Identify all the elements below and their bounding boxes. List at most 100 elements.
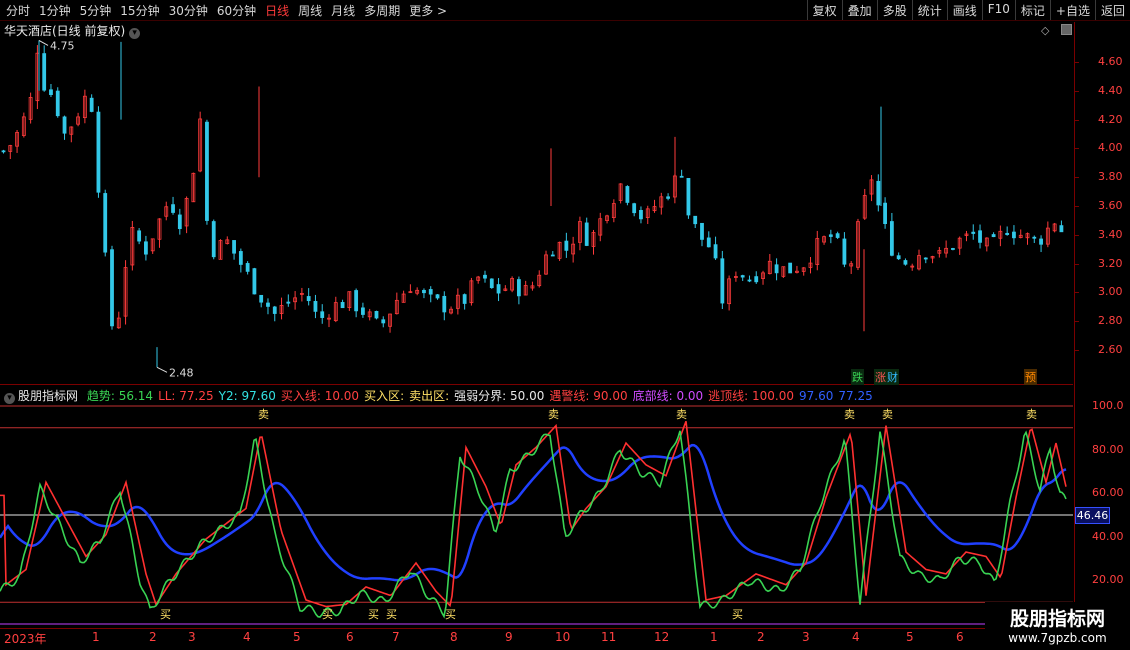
tool-button[interactable]: +自选 — [1049, 0, 1095, 20]
indicator-fields: 趋势: 56.14 LL: 77.25 Y2: 97.60 买入线: 10.00 买入区… — [87, 389, 878, 403]
buy-signal: 买 — [322, 608, 333, 621]
indicator-field: 逃顶线: 100.00 — [708, 389, 795, 403]
period-tab[interactable]: 日线 — [265, 4, 289, 18]
buy-signal: 买 — [160, 608, 171, 621]
candle-body — [828, 234, 833, 237]
candle-body — [639, 210, 643, 220]
indicator-field: Y2: 97.60 — [218, 389, 276, 403]
tool-button[interactable]: 返回 — [1094, 0, 1130, 20]
candle-body — [693, 215, 698, 225]
date-label: 4 — [852, 630, 860, 644]
date-label: 11 — [601, 630, 617, 644]
candle-body — [1039, 238, 1043, 245]
period-tab[interactable]: 1分钟 — [39, 4, 71, 18]
candle-body — [211, 221, 216, 258]
candle-body — [951, 248, 955, 250]
candle-body — [516, 279, 521, 297]
price-tick-label: 3.60 — [1098, 199, 1123, 212]
candle-body — [96, 111, 101, 193]
top-toolbar: 分时 1分钟 5分钟 15分钟 30分钟 60分钟 日线 周线 月线 多周期 更多 > 复权 叠加 多股… — [0, 0, 1130, 21]
indicator-chart[interactable]: 买买买买买买卖卖卖卖卖卖 — [0, 402, 1073, 628]
candle-body — [381, 319, 386, 324]
candle-body — [252, 268, 257, 295]
candlestick-chart[interactable]: 4.75 2.48 — [0, 36, 1073, 384]
xaxis-divider — [0, 628, 1073, 629]
date-label: 10 — [555, 630, 571, 644]
date-label: 1 — [92, 630, 100, 644]
price-tick-label: 4.40 — [1098, 83, 1123, 97]
candle-body — [700, 222, 704, 240]
period-tab[interactable]: 更多 > — [409, 4, 447, 18]
event-tag[interactable]: 预 — [1024, 369, 1037, 385]
date-label: 12 — [654, 630, 670, 644]
event-tag[interactable]: 跌 — [851, 369, 864, 385]
price-tick-label: 3.80 — [1098, 170, 1123, 184]
tick-mark — [1074, 206, 1079, 207]
tick-mark — [1074, 62, 1079, 63]
candle-body — [55, 90, 60, 117]
date-label: 5 — [293, 630, 301, 644]
tool-button[interactable]: 多股 — [876, 0, 912, 20]
candle-body — [550, 254, 555, 257]
date-label: 2 — [757, 630, 765, 644]
candle-body — [584, 222, 589, 246]
price-tick-label: 4.20 — [1098, 112, 1123, 126]
candle-body — [177, 214, 182, 230]
indicator-field: 77.25 — [838, 389, 873, 403]
candles — [1, 40, 1064, 368]
tool-button[interactable]: 复权 — [806, 0, 842, 20]
date-label: 8 — [450, 630, 458, 644]
candle-body — [49, 89, 53, 95]
low-label: 2.48 — [169, 366, 194, 379]
candle-body — [1012, 231, 1016, 239]
candle-body — [435, 294, 440, 299]
tool-button[interactable]: 标记 — [1014, 0, 1050, 20]
panel-divider — [0, 384, 1073, 385]
period-tab[interactable]: 多周期 — [364, 4, 400, 18]
high-arrow — [38, 39, 49, 46]
candle-body — [266, 302, 270, 307]
candle-body — [632, 203, 637, 214]
expand-icon[interactable] — [1060, 24, 1072, 35]
tool-button[interactable]: 叠加 — [841, 0, 877, 20]
candle-body — [42, 53, 47, 91]
price-tick-label: 2.80 — [1098, 314, 1123, 328]
period-tab[interactable]: 15分钟 — [120, 4, 159, 18]
indicator-field: 遇警线: 90.00 — [549, 389, 628, 403]
event-tag[interactable]: 财 — [886, 369, 899, 385]
sell-signal: 卖 — [676, 408, 687, 421]
candle-body — [259, 294, 264, 303]
date-label: 3 — [188, 630, 196, 644]
period-tab[interactable]: 30分钟 — [169, 4, 208, 18]
date-label: 6 — [956, 630, 964, 644]
candle-body — [835, 233, 840, 238]
candle-body — [272, 306, 277, 314]
period-tab[interactable]: 月线 — [331, 4, 355, 18]
tick-mark — [1074, 148, 1079, 150]
candle-body — [205, 121, 209, 221]
period-tab[interactable]: 分时 — [6, 4, 30, 18]
candle-body — [1005, 232, 1010, 235]
indicator-field: 买入线: 10.00 — [280, 389, 360, 403]
candle-body — [286, 301, 291, 304]
candle-body — [422, 289, 426, 294]
candle-body — [320, 311, 325, 318]
date-label: 2023年 — [4, 632, 47, 646]
tool-button[interactable]: 统计 — [911, 0, 947, 20]
indicator-tick-label: 100.0 — [1092, 399, 1124, 412]
period-tab[interactable]: 60分钟 — [217, 4, 256, 18]
candle-body — [232, 240, 236, 254]
tool-buttons: 复权 叠加 多股 统计 画线 F10 标记 +自选 返回 — [806, 0, 1130, 20]
period-tab[interactable]: 周线 — [298, 4, 322, 18]
candle-body — [103, 193, 108, 253]
date-label: 5 — [906, 630, 914, 644]
date-label: 6 — [346, 630, 354, 644]
candle-body — [89, 97, 94, 112]
buy-signal: 买 — [386, 608, 397, 621]
tool-button[interactable]: 画线 — [946, 0, 982, 20]
period-tab[interactable]: 5分钟 — [80, 4, 112, 18]
candle-body — [1, 150, 6, 153]
candle-body — [842, 238, 847, 265]
candle-body — [110, 249, 114, 327]
tool-button[interactable]: F10 — [981, 0, 1015, 20]
